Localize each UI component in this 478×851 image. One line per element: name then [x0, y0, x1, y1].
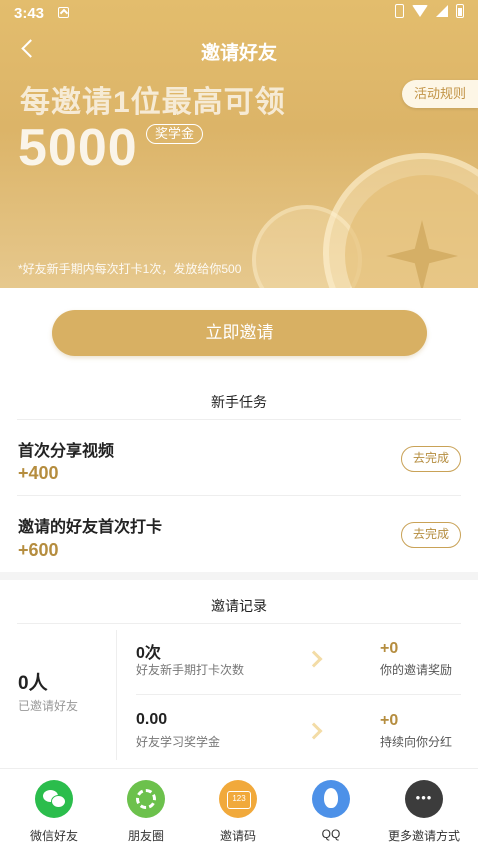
share-invite-code-button[interactable]: 邀请码 [190, 780, 286, 844]
notification-icon [58, 7, 69, 18]
wechat-icon [35, 780, 73, 818]
share-qq-button[interactable]: QQ [283, 780, 379, 841]
banner-note: *好友新手期内每次打卡1次，发放给你500 [18, 262, 242, 276]
share-label: QQ [321, 827, 341, 841]
task-name: 首次分享视频 [18, 443, 115, 460]
share-more-button[interactable]: 更多邀请方式 [376, 780, 472, 844]
share-wechat-button[interactable]: 微信好友 [6, 780, 102, 844]
task-points: +400 [18, 463, 59, 483]
section-separator [0, 572, 478, 580]
dividend-reward: +0 [380, 712, 399, 729]
vibrate-icon [395, 4, 404, 18]
battery-icon [456, 4, 464, 18]
signal-icon [436, 5, 448, 17]
share-label: 微信好友 [29, 829, 78, 843]
checkin-count-label: 好友新手期打卡次数 [136, 663, 245, 677]
invite-reward: +0 [380, 640, 399, 657]
invited-count: 0人 [18, 673, 48, 694]
invite-now-button[interactable]: 立即邀请 [52, 310, 427, 356]
divider [17, 495, 461, 496]
chevron-right-icon [305, 650, 323, 668]
divider [136, 694, 461, 695]
divider [17, 623, 461, 624]
task-points: +600 [18, 540, 59, 560]
tasks-title: 新手任务 [211, 394, 267, 410]
share-label: 邀请码 [219, 829, 256, 843]
chevron-right-icon [305, 722, 323, 740]
dividend-reward-label: 持续向你分红 [380, 735, 453, 749]
share-label: 朋友圈 [127, 829, 164, 843]
complete-task-button[interactable]: 去完成 [401, 446, 461, 472]
records-title: 邀请记录 [211, 598, 267, 614]
wifi-icon [412, 5, 428, 17]
qq-icon [312, 780, 350, 818]
scholarship-badge: 奖学金 [146, 124, 204, 144]
invite-reward-label: 你的邀请奖励 [380, 663, 453, 677]
reward-amount: 5000 [18, 119, 138, 177]
more-icon [405, 780, 443, 818]
status-time: 3:43 [14, 5, 45, 22]
header-banner: 3:43 邀请好友 每邀请1位最高可领 5000 奖学金 活动规则 *好友新手期… [0, 0, 478, 288]
scholarship-value: 0.00 [136, 711, 168, 728]
rules-button[interactable]: 活动规则 [402, 80, 478, 108]
moments-icon [127, 780, 165, 818]
invite-code-icon [219, 780, 257, 818]
page-title: 邀请好友 [200, 43, 277, 64]
scholarship-label: 好友学习奖学金 [136, 735, 221, 749]
divider [116, 630, 117, 760]
divider [17, 419, 461, 420]
share-label: 更多邀请方式 [387, 829, 460, 843]
task-name: 邀请的好友首次打卡 [18, 519, 163, 536]
status-bar: 3:43 [0, 0, 478, 26]
invited-label: 已邀请好友 [18, 699, 79, 713]
headline: 每邀请1位最高可领 [20, 86, 286, 119]
complete-task-button[interactable]: 去完成 [401, 522, 461, 548]
status-icons [395, 4, 464, 18]
share-moments-button[interactable]: 朋友圈 [98, 780, 194, 844]
checkin-count: 0次 [136, 645, 161, 662]
